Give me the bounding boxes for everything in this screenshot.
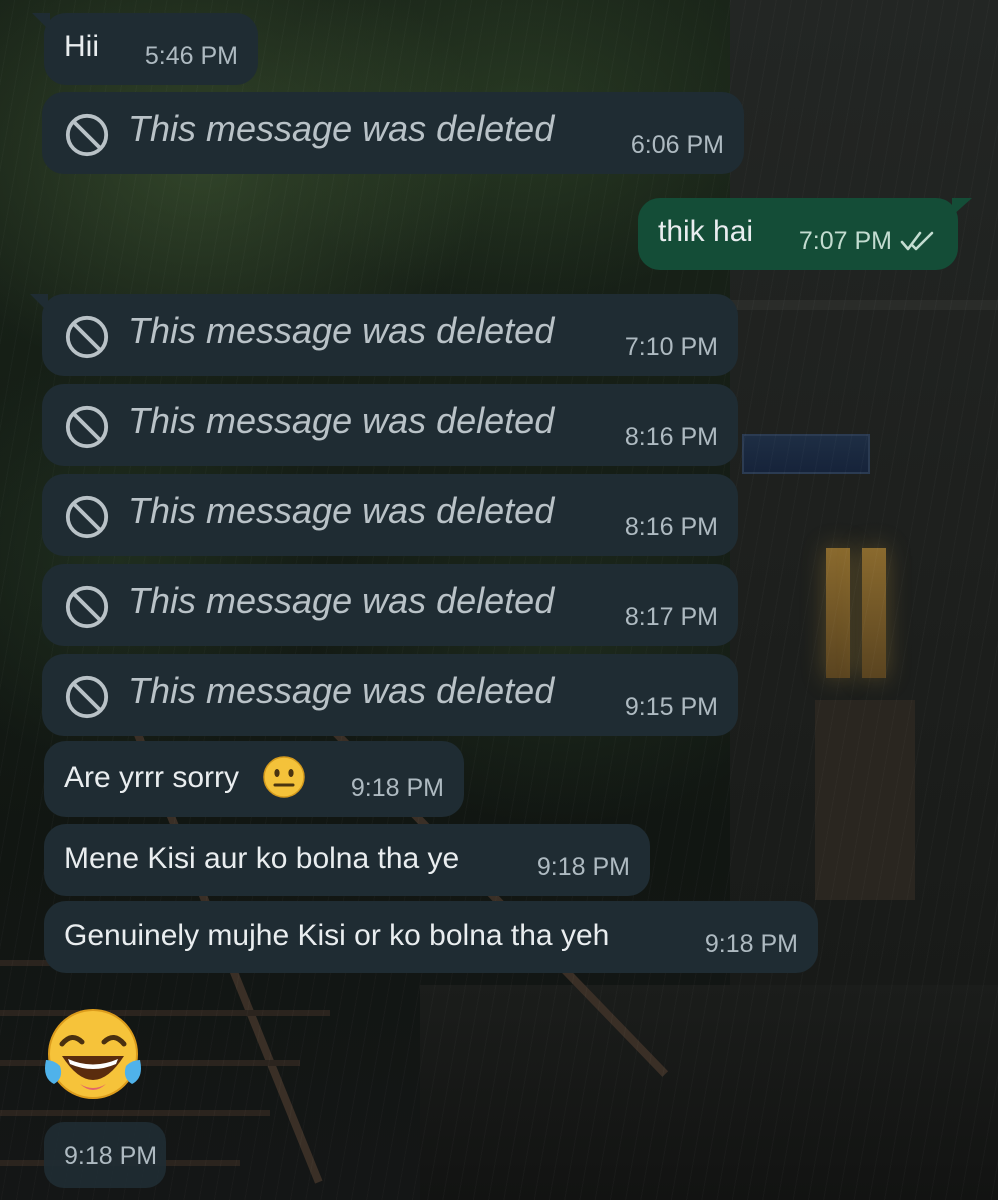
deleted-message-text: This message was deleted <box>128 108 555 149</box>
face-with-tears-of-joy-emoji[interactable] <box>40 1004 146 1110</box>
deleted-message[interactable]: This message was deleted 8:16 PM <box>42 384 738 466</box>
ban-icon <box>65 113 109 157</box>
incoming-message[interactable]: Genuinely mujhe Kisi or ko bolna tha yeh… <box>44 901 818 973</box>
message-time: 8:16 PM <box>624 423 718 451</box>
bubble-tail <box>30 294 48 312</box>
bubble-tail <box>952 198 972 216</box>
message-time: 7:07 PM <box>798 227 892 255</box>
deleted-message-text: This message was deleted <box>128 310 555 351</box>
deleted-message-text: This message was deleted <box>128 400 555 441</box>
neutral-face-emoji <box>263 756 305 798</box>
read-double-check-icon <box>900 231 934 251</box>
message-text: Mene Kisi aur ko bolna tha ye <box>64 842 460 875</box>
incoming-message[interactable]: Mene Kisi aur ko bolna tha ye 9:18 PM <box>44 824 650 896</box>
emoji-message-time-pill: 9:18 PM <box>44 1122 166 1188</box>
message-time: 9:18 PM <box>64 1142 158 1170</box>
deleted-message[interactable]: This message was deleted 9:15 PM <box>42 654 738 736</box>
message-time: 9:18 PM <box>704 930 798 958</box>
deleted-message-text: This message was deleted <box>128 490 555 531</box>
outgoing-message[interactable]: thik hai 7:07 PM <box>638 198 972 270</box>
ban-icon <box>65 495 109 539</box>
bubble-tail <box>32 13 50 31</box>
ban-icon <box>65 585 109 629</box>
deleted-message-text: This message was deleted <box>128 580 555 621</box>
deleted-message[interactable]: This message was deleted 6:06 PM <box>42 92 744 174</box>
message-time: 5:46 PM <box>144 42 238 70</box>
message-time: 8:17 PM <box>624 603 718 631</box>
deleted-message-text: This message was deleted <box>128 670 555 711</box>
ban-icon <box>65 315 109 359</box>
message-text: thik hai <box>658 215 754 248</box>
message-time: 9:15 PM <box>624 693 718 721</box>
incoming-message[interactable]: Hii 5:46 PM <box>32 13 258 85</box>
deleted-message[interactable]: This message was deleted 7:10 PM <box>30 294 738 376</box>
message-time: 9:18 PM <box>536 853 630 881</box>
message-time: 9:18 PM <box>350 774 444 802</box>
message-time: 7:10 PM <box>624 333 718 361</box>
chat-thread: Hii 5:46 PM This message was deleted 6:0… <box>0 0 998 1200</box>
ban-icon <box>65 405 109 449</box>
ban-icon <box>65 675 109 719</box>
deleted-message[interactable]: This message was deleted 8:17 PM <box>42 564 738 646</box>
message-text: Genuinely mujhe Kisi or ko bolna tha yeh <box>64 919 610 952</box>
message-time: 8:16 PM <box>624 513 718 541</box>
deleted-message[interactable]: This message was deleted 8:16 PM <box>42 474 738 556</box>
message-text: Hii <box>64 30 99 63</box>
message-text: Are yrrr sorry <box>64 761 239 794</box>
incoming-message[interactable]: Are yrrr sorry 9:18 PM <box>44 741 464 817</box>
message-time: 6:06 PM <box>630 131 724 159</box>
